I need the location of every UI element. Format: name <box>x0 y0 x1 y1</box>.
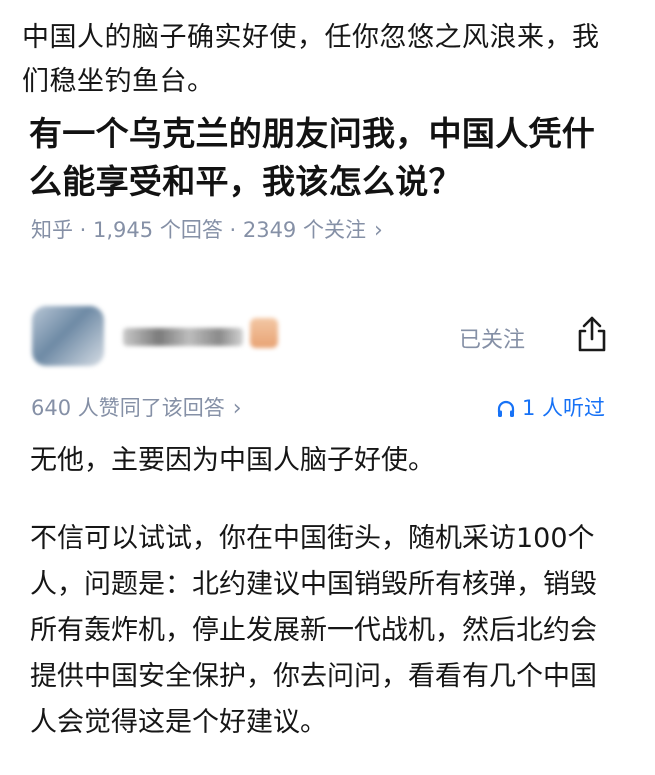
share-button[interactable] <box>574 314 610 354</box>
question-meta-text: 知乎 · 1,945 个回答 · 2349 个关注 <box>31 218 366 242</box>
listen-count[interactable]: 1 人听过 <box>496 392 605 422</box>
follow-status-button[interactable]: 已关注 <box>459 322 525 354</box>
likes-text: 640 人赞同了该回答 <box>31 396 225 420</box>
answer-body: 无他，主要因为中国人脑子好使。 不信可以试试，你在中国街头，随机采访100个人，… <box>30 438 615 746</box>
listen-text: 1 人听过 <box>522 396 606 420</box>
zhihu-answer-card: 有一个乌克兰的朋友问我，中国人凭什么能享受和平，我该怎么说？ 知乎 · 1,94… <box>18 108 626 775</box>
answer-paragraph: 不信可以试试，你在中国街头，随机采访100个人，问题是：北约建议中国销毁所有核弹… <box>30 523 597 738</box>
answer-paragraph: 无他，主要因为中国人脑子好使。 <box>30 445 435 476</box>
headphones-icon <box>497 400 515 417</box>
author-name-blurred[interactable] <box>123 328 243 346</box>
post-caption: 中国人的脑子确实好使，任你忽悠之风浪来，我们稳坐钓鱼台。 <box>22 22 600 97</box>
likes-count[interactable]: 640 人赞同了该回答 › <box>31 392 242 422</box>
author-badge-blurred <box>250 318 278 348</box>
question-meta[interactable]: 知乎 · 1,945 个回答 · 2349 个关注 › <box>31 214 383 244</box>
share-icon <box>578 316 606 352</box>
screenshot-page: 中国人的脑子确实好使，任你忽悠之风浪来，我们稳坐钓鱼台。 有一个乌克兰的朋友问我… <box>0 0 655 775</box>
question-title[interactable]: 有一个乌克兰的朋友问我，中国人凭什么能享受和平，我该怎么说？ <box>29 110 614 206</box>
avatar[interactable] <box>32 306 104 366</box>
chevron-right-icon: › <box>373 218 383 243</box>
chevron-right-icon: › <box>232 396 242 421</box>
author-row: 已关注 <box>18 304 626 384</box>
